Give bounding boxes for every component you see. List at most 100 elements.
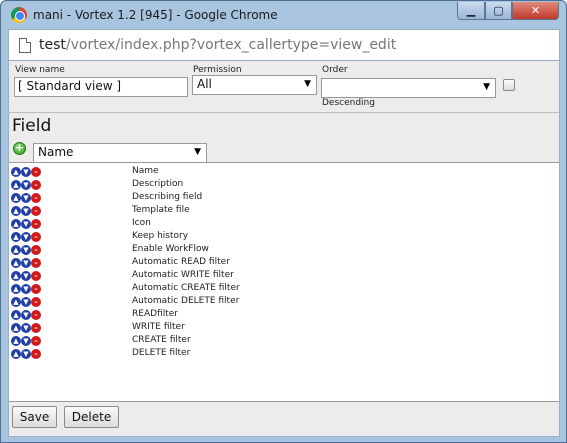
list-item-label: Icon [132, 218, 151, 228]
field-list: ▲ ▼ – Name ▲ ▼ – Description ▲ ▼ – Describing … [9, 163, 559, 402]
move-down-icon[interactable]: ▼ [21, 284, 31, 294]
delete-icon[interactable]: – [31, 232, 41, 242]
close-icon: ✕ [530, 4, 541, 17]
chrome-icon [11, 7, 27, 23]
maximize-button[interactable]: ▢ [485, 2, 512, 20]
chevron-down-icon: ▼ [483, 82, 490, 92]
move-down-icon[interactable]: ▼ [21, 336, 31, 346]
move-down-icon[interactable]: ▼ [21, 180, 31, 190]
move-up-icon[interactable]: ▲ [11, 349, 21, 359]
url-host: test [39, 37, 66, 53]
move-up-icon[interactable]: ▲ [11, 336, 21, 346]
move-down-icon[interactable]: ▼ [21, 258, 31, 268]
delete-icon[interactable]: – [31, 323, 41, 333]
list-item-label: Automatic CREATE filter [132, 283, 240, 293]
list-item-label: Keep history [132, 231, 189, 241]
move-up-icon[interactable]: ▲ [11, 323, 21, 333]
list-item: ▲ ▼ – Name [9, 166, 559, 179]
list-item-label: READfilter [132, 309, 178, 319]
move-up-icon[interactable]: ▲ [11, 206, 21, 216]
list-item-label: Description [132, 179, 184, 189]
list-item: ▲ ▼ – Enable WorkFlow [9, 244, 559, 257]
delete-button[interactable]: Delete [64, 406, 119, 428]
delete-icon[interactable]: – [31, 258, 41, 268]
move-down-icon[interactable]: ▼ [21, 219, 31, 229]
list-item: ▲ ▼ – DELETE filter [9, 348, 559, 361]
move-down-icon[interactable]: ▼ [21, 310, 31, 320]
url-text[interactable]: test/vortex/index.php?vortex_callertype=… [39, 37, 396, 53]
delete-icon[interactable]: – [31, 336, 41, 346]
move-up-icon[interactable]: ▲ [11, 232, 21, 242]
move-down-icon[interactable]: ▼ [21, 349, 31, 359]
add-field-icon[interactable]: + [13, 142, 26, 155]
move-down-icon[interactable]: ▼ [21, 206, 31, 216]
close-button[interactable]: ✕ [512, 2, 559, 20]
move-down-icon[interactable]: ▼ [21, 323, 31, 333]
permission-value: All [197, 77, 212, 91]
move-up-icon[interactable]: ▲ [11, 245, 21, 255]
permission-select[interactable]: All ▼ [192, 75, 317, 95]
url-path: /vortex/index.php?vortex_callertype=view… [65, 37, 397, 53]
list-item: ▲ ▼ – Automatic READ filter [9, 257, 559, 270]
list-item: ▲ ▼ – CREATE filter [9, 335, 559, 348]
address-bar[interactable]: test/vortex/index.php?vortex_callertype=… [8, 29, 560, 61]
chevron-down-icon: ▼ [194, 147, 201, 157]
delete-icon[interactable]: – [31, 180, 41, 190]
move-down-icon[interactable]: ▼ [21, 245, 31, 255]
move-down-icon[interactable]: ▼ [21, 232, 31, 242]
list-item-label: Template file [132, 205, 190, 215]
field-select-value: Name [38, 145, 74, 159]
chevron-down-icon: ▼ [304, 79, 311, 89]
order-select[interactable]: ▼ [321, 78, 496, 98]
list-item-label: Enable WorkFlow [132, 244, 209, 254]
view-settings-row: View name [ Standard view ] Permission A… [9, 61, 559, 113]
delete-icon[interactable]: – [31, 271, 41, 281]
delete-icon[interactable]: – [31, 310, 41, 320]
move-down-icon[interactable]: ▼ [21, 271, 31, 281]
list-item-label: Name [132, 166, 159, 176]
move-down-icon[interactable]: ▼ [21, 297, 31, 307]
delete-icon[interactable]: – [31, 167, 41, 177]
delete-icon[interactable]: – [31, 349, 41, 359]
delete-icon[interactable]: – [31, 284, 41, 294]
move-up-icon[interactable]: ▲ [11, 258, 21, 268]
delete-icon[interactable]: – [31, 193, 41, 203]
maximize-icon: ▢ [493, 4, 504, 17]
field-header: Field + Name ▼ [9, 114, 559, 163]
move-up-icon[interactable]: ▲ [11, 284, 21, 294]
list-item: ▲ ▼ – Keep history [9, 231, 559, 244]
move-down-icon[interactable]: ▼ [21, 193, 31, 203]
save-button[interactable]: Save [12, 406, 57, 428]
delete-icon[interactable]: – [31, 219, 41, 229]
delete-icon[interactable]: – [31, 245, 41, 255]
move-up-icon[interactable]: ▲ [11, 271, 21, 281]
minimize-button[interactable]: ▁ [457, 2, 485, 20]
move-up-icon[interactable]: ▲ [11, 219, 21, 229]
list-item-label: Automatic WRITE filter [132, 270, 234, 280]
title-bar[interactable]: mani - Vortex 1.2 [945] - Google Chrome … [1, 1, 566, 29]
list-item-label: WRITE filter [132, 322, 185, 332]
move-up-icon[interactable]: ▲ [11, 167, 21, 177]
view-name-input[interactable]: [ Standard view ] [14, 77, 188, 97]
browser-window: mani - Vortex 1.2 [945] - Google Chrome … [0, 0, 567, 443]
move-up-icon[interactable]: ▲ [11, 310, 21, 320]
descending-label: Descending [322, 98, 375, 108]
order-label: Order [322, 65, 348, 75]
list-item: ▲ ▼ – Describing field [9, 192, 559, 205]
field-select[interactable]: Name ▼ [33, 143, 207, 163]
list-item: ▲ ▼ – Template file [9, 205, 559, 218]
delete-icon[interactable]: – [31, 206, 41, 216]
move-up-icon[interactable]: ▲ [11, 193, 21, 203]
list-item-label: CREATE filter [132, 335, 191, 345]
move-up-icon[interactable]: ▲ [11, 180, 21, 190]
list-item: ▲ ▼ – Automatic DELETE filter [9, 296, 559, 309]
list-item-label: Automatic DELETE filter [132, 296, 240, 306]
page-icon [19, 38, 31, 53]
list-item: ▲ ▼ – READfilter [9, 309, 559, 322]
list-item-label: Describing field [132, 192, 203, 202]
descending-checkbox[interactable] [503, 79, 515, 91]
delete-icon[interactable]: – [31, 297, 41, 307]
move-up-icon[interactable]: ▲ [11, 297, 21, 307]
field-title: Field [12, 116, 52, 136]
move-down-icon[interactable]: ▼ [21, 167, 31, 177]
